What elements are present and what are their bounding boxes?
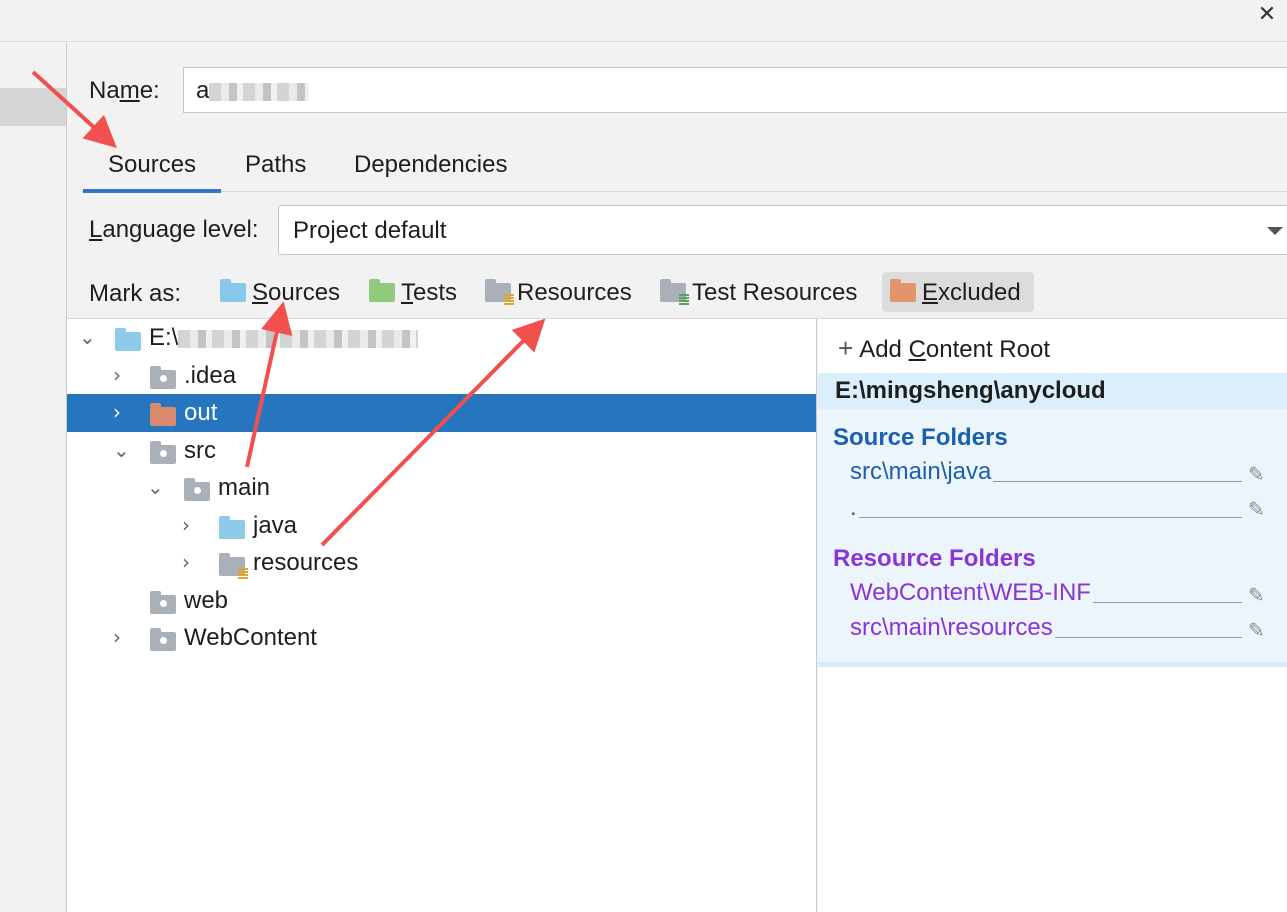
more-icon[interactable]: ⋮ [1280,618,1287,639]
chevron-right-icon[interactable]: › [113,402,133,422]
tab-sources[interactable]: Sources [82,151,222,193]
tests-folder-icon [369,279,395,302]
excluded-folder-icon [150,403,176,426]
resource-folder-entry: src\main\resources [850,610,1242,642]
tab-bar: Sources Paths Dependencies [82,146,1287,193]
source-folder-entry: . [850,490,1242,522]
name-field[interactable]: a [183,67,1287,113]
source-folder-entry: src\main\java [850,454,1242,486]
mark-as-toolbar: Mark as: Sources Tests Resources Test Re… [89,270,1287,314]
mark-as-label: Mark as: [89,280,182,307]
name-value: a [196,77,210,104]
edit-icon[interactable]: ✎ [1248,462,1270,486]
tree-row-src[interactable]: ⌄ src [67,432,816,470]
tree-row-idea[interactable]: › .idea [67,357,816,395]
more-icon[interactable]: ⋮ [1280,583,1287,604]
tree-row-main[interactable]: ⌄ main [67,469,816,507]
resource-folders-title: Resource Folders [833,545,1036,572]
content-root-path: E:\mingsheng\anycloud [818,373,1287,409]
chevron-down-icon[interactable]: ⌄ [79,327,99,347]
tree-label: .idea [184,362,237,389]
tree-row-web[interactable]: web [67,582,816,620]
resources-folder-icon [485,279,514,305]
left-panel [0,43,67,912]
module-folder-icon [115,328,141,351]
chevron-down-icon[interactable]: ⌄ [147,477,167,497]
tree-label: WebContent [184,624,317,651]
title-bar: ✕ [0,0,1287,42]
tree-label: web [184,587,229,614]
tree-label: src [184,437,216,464]
language-level-row: Language level: Project default [89,205,1287,255]
edit-icon[interactable]: ✎ [1248,497,1270,521]
tree-label-root: E:\ [149,324,419,352]
folder-icon [150,366,176,389]
resources-folder-icon [219,553,248,579]
tree-label: resources [253,549,359,576]
mark-tests-button[interactable]: Tests [361,272,465,312]
redacted-text [209,82,310,101]
chevron-right-icon[interactable]: › [182,552,202,572]
folder-icon [184,478,210,501]
project-tree: ⌄ E:\ › .idea › out ⌄ src ⌄ main › java … [67,318,817,912]
tree-label: java [253,512,298,539]
test-resources-folder-icon [660,279,689,305]
redacted-text [178,329,419,348]
mark-excluded-button[interactable]: Excluded [882,272,1034,312]
tab-dependencies[interactable]: Dependencies [354,151,507,192]
tab-paths[interactable]: Paths [245,151,306,192]
content-root-box: E:\mingsheng\anycloud Source Folders src… [818,373,1287,667]
more-icon[interactable]: ⋮ [1280,462,1287,483]
chevron-right-icon[interactable]: › [113,365,133,385]
tree-row-webcontent[interactable]: › WebContent [67,619,816,657]
sources-folder-icon [220,279,246,302]
language-level-select[interactable]: Project default [278,205,1287,255]
add-content-root-button[interactable]: + Add Content Root [838,333,1050,364]
plus-icon: + [838,333,854,363]
edit-icon[interactable]: ✎ [1248,583,1270,607]
sources-folder-icon [219,516,245,539]
chevron-down-icon [1267,227,1283,235]
folder-icon [150,628,176,651]
excluded-folder-icon [890,279,916,302]
close-button[interactable]: ✕ [1253,2,1281,28]
mark-resources-button[interactable]: Resources [477,272,640,312]
folder-icon [150,441,176,464]
folder-icon [150,591,176,614]
tree-row-resources[interactable]: › resources [67,544,816,582]
more-icon[interactable]: ⋮ [1280,497,1287,518]
tree-row-java[interactable]: › java [67,507,816,545]
mark-sources-button[interactable]: Sources [212,272,348,312]
name-label: Name: [89,77,160,104]
tree-label: main [218,474,271,501]
chevron-down-icon[interactable]: ⌄ [113,440,133,460]
name-row: Name: a [89,67,1287,113]
tree-row-out[interactable]: › out [67,394,816,432]
edit-icon[interactable]: ✎ [1248,618,1270,642]
left-panel-selected-item[interactable] [0,88,66,126]
content-root-panel: + Add Content Root E:\mingsheng\anycloud … [818,318,1287,912]
language-level-label: Language level: [89,216,259,243]
tree-label: out [184,399,218,426]
chevron-right-icon[interactable]: › [182,515,202,535]
source-folders-title: Source Folders [833,424,1008,451]
language-level-value: Project default [293,217,447,244]
resource-folder-entry: WebContent\WEB-INF [850,575,1242,607]
tree-row-root[interactable]: ⌄ E:\ [67,319,816,357]
chevron-right-icon[interactable]: › [113,627,133,647]
mark-test-resources-button[interactable]: Test Resources [652,272,865,312]
